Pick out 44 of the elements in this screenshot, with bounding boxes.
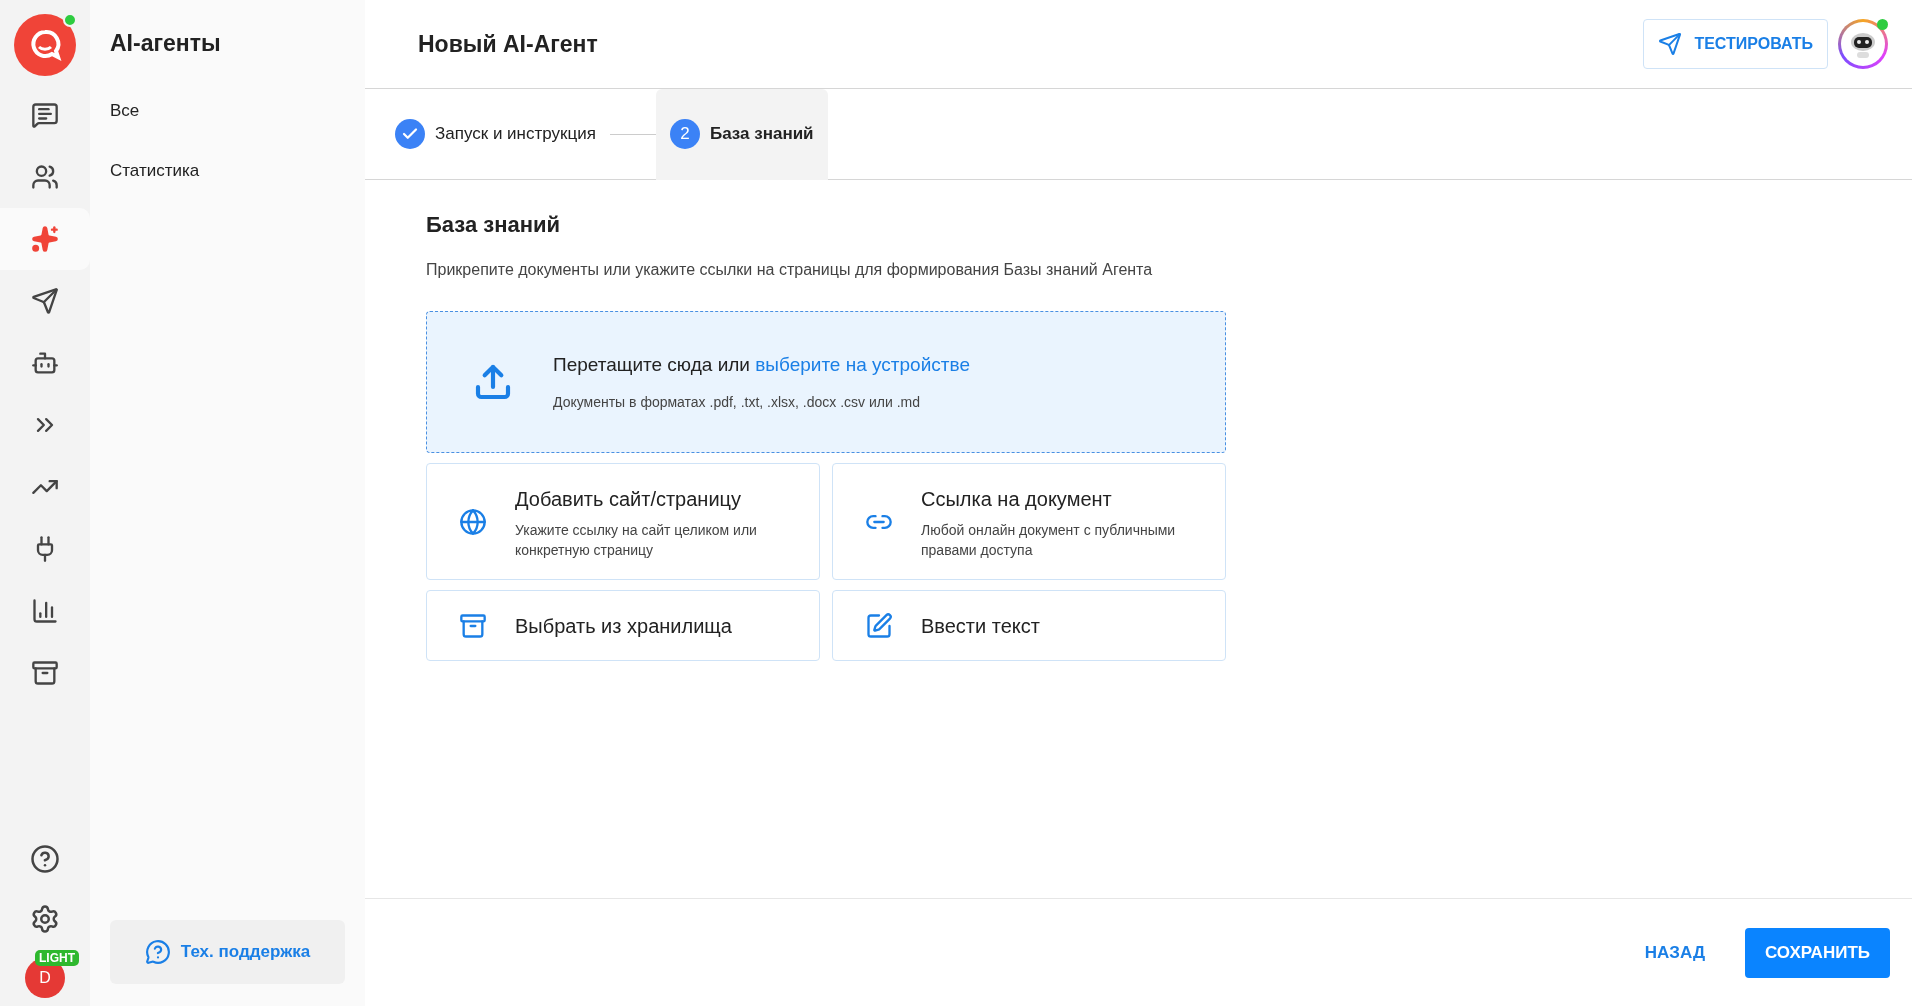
help-icon [144, 939, 171, 965]
send-icon [1658, 32, 1683, 56]
option-card[interactable]: Ссылка на документ Любой онлайн документ с публичными правами доступа [832, 463, 1226, 580]
sidebar-title: AI-агенты [110, 29, 222, 58]
option-title: Выбрать из хранилища [515, 613, 732, 639]
step-tab[interactable]: Запуск и инструкция [381, 88, 610, 180]
settings-icon[interactable] [30, 904, 60, 934]
option-card[interactable]: Ввести текст [832, 590, 1226, 661]
option-card[interactable]: Добавить сайт/страницу Укажите ссылку на сайт целиком или конкретную страницу [426, 463, 820, 580]
format-hint: Документы в форматах .pdf, .txt, .xlsx, .docx .csv или .md [553, 392, 922, 412]
sidebar-item[interactable]: Статистика [110, 140, 345, 201]
back-button[interactable]: НАЗАД [1634, 927, 1715, 978]
archive-icon [459, 611, 487, 640]
support-button[interactable]: Тех. поддержка [110, 920, 345, 984]
choose-file-link[interactable]: выберите на устройстве [755, 354, 970, 376]
step-tab[interactable]: 2 База знаний [655, 88, 828, 180]
option-title: Ввести текст [921, 613, 1040, 639]
section-description: Прикрепите документы или укажите ссылки на страницы для формирования Базы знаний Агента [426, 260, 1154, 280]
edit-icon [865, 611, 893, 640]
dropzone[interactable]: Перетащите сюда или выберите на устройстве Документы в форматах .pdf, .txt, .xlsx, .docx .csv или .md [426, 311, 1226, 453]
chat-icon [31, 101, 59, 129]
option-description: Укажите ссылку на сайт целиком или конкретную страницу [515, 520, 758, 560]
option-description: Любой онлайн документ с публичными правами доступа [921, 520, 1177, 560]
dropzone-text: Перетащите сюда или выберите на устройстве [553, 353, 970, 378]
test-button[interactable]: ТЕСТИРОВАТЬ [1643, 19, 1828, 69]
plan-badge: LIGHT [35, 950, 79, 966]
check-icon [395, 119, 425, 149]
option-title: Добавить сайт/страницу [515, 486, 743, 512]
bar-chart-icon [31, 597, 59, 625]
archive-icon [31, 659, 59, 687]
help-icon[interactable] [30, 844, 60, 874]
step-number: 2 [669, 119, 700, 149]
upload-icon [473, 362, 513, 402]
send-icon [31, 287, 59, 315]
page-title: Новый AI-Агент [418, 29, 598, 59]
save-button[interactable]: СОХРАНИТЬ [1745, 927, 1890, 978]
sparkles-icon [31, 225, 59, 253]
option-title: Ссылка на документ [921, 486, 1113, 512]
sidebar-item[interactable]: Все [110, 80, 345, 141]
section-title: База знаний [426, 211, 562, 239]
option-card[interactable]: Выбрать из хранилища [426, 590, 820, 661]
bot-avatar[interactable] [1838, 19, 1888, 69]
users-icon [31, 163, 59, 191]
globe-icon [459, 507, 487, 536]
